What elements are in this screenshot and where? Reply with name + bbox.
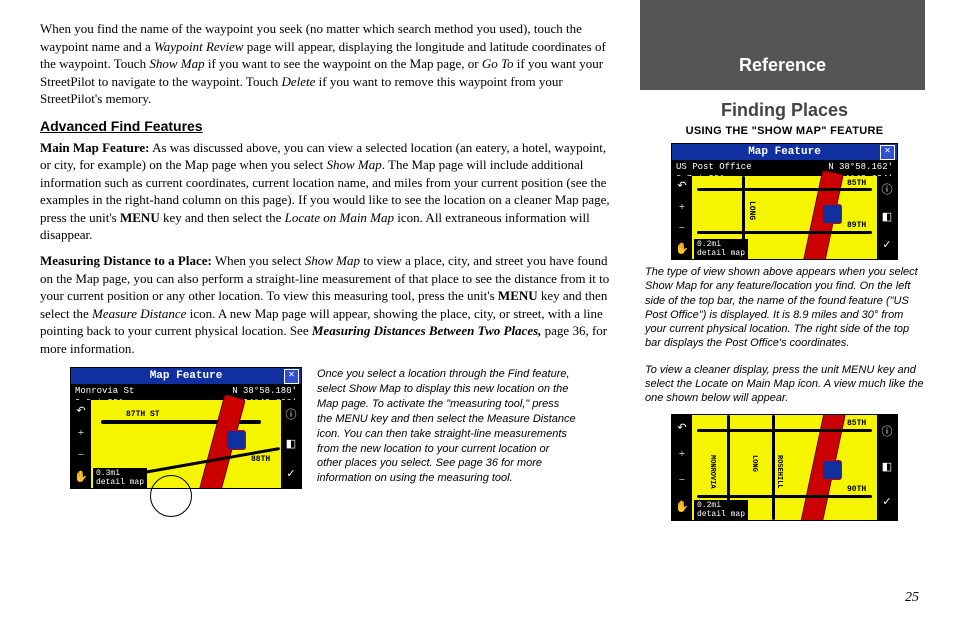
info-left: US Post Office 8.7mi 30° [676, 161, 752, 175]
map-title: Map Feature ✕ [71, 368, 301, 384]
icon[interactable]: ✓ [879, 494, 895, 510]
measuring-paragraph: Measuring Distance to a Place: When you … [40, 252, 610, 357]
page-number: 25 [905, 590, 919, 606]
hand-icon[interactable]: ✋ [73, 469, 89, 485]
detail-label: 0.2mi detail map [694, 239, 748, 259]
hand-icon[interactable]: ✋ [674, 499, 690, 515]
back-icon[interactable]: ↶ [674, 178, 690, 194]
zoom-out-icon[interactable]: − [674, 472, 690, 488]
icon[interactable]: ◧ [879, 459, 895, 475]
right-caption-1: The type of view shown above appears whe… [645, 265, 924, 351]
detail-label: 0.2mi detail map [694, 500, 748, 520]
detail-label: 0.3mi detail map [93, 468, 147, 488]
info-left: Monrovia St 9.0mi 30° [75, 385, 134, 399]
info-icon[interactable]: ⓘ [879, 424, 895, 440]
reference-header: Reference [640, 0, 925, 90]
icon[interactable]: ◧ [879, 209, 895, 225]
back-icon[interactable]: ↶ [674, 420, 690, 436]
zoom-out-icon[interactable]: − [73, 447, 89, 463]
main-map-paragraph: Main Map Feature: As was discussed above… [40, 139, 610, 244]
left-map-figure: Map Feature ✕ Monrovia St 9.0mi 30° N 38… [70, 367, 302, 489]
right-caption-2: To view a cleaner display, press the uni… [645, 363, 924, 406]
intro-paragraph: When you find the name of the waypoint y… [40, 20, 610, 108]
zoom-in-icon[interactable]: + [674, 199, 690, 215]
finding-places-heading: Finding Places [645, 100, 924, 121]
icon[interactable]: ◧ [283, 436, 299, 452]
close-icon[interactable]: ✕ [284, 369, 299, 384]
left-caption: Once you select a location through the F… [317, 367, 577, 489]
icon[interactable]: ✓ [879, 237, 895, 253]
hand-icon[interactable]: ✋ [674, 241, 690, 257]
right-map-figure-1: Map Feature ✕ US Post Office 8.7mi 30° N… [671, 143, 898, 260]
info-icon[interactable]: ⓘ [879, 182, 895, 198]
info-right: N 38°58.180' W094°43.692' [232, 385, 297, 399]
show-map-subheading: USING THE "SHOW MAP" FEATURE [645, 125, 924, 137]
zoom-in-icon[interactable]: + [674, 446, 690, 462]
info-icon[interactable]: ⓘ [283, 407, 299, 423]
zoom-in-icon[interactable]: + [73, 425, 89, 441]
icon[interactable]: ✓ [283, 466, 299, 482]
back-icon[interactable]: ↶ [73, 403, 89, 419]
zoom-out-icon[interactable]: − [674, 220, 690, 236]
right-map-figure-2: 85TH MONROVIA ROSEHILL LONG 90TH ↶ + − ✋… [671, 414, 898, 521]
advanced-find-heading: Advanced Find Features [40, 118, 610, 134]
close-icon[interactable]: ✕ [880, 145, 895, 160]
map-title: Map Feature ✕ [672, 144, 897, 160]
